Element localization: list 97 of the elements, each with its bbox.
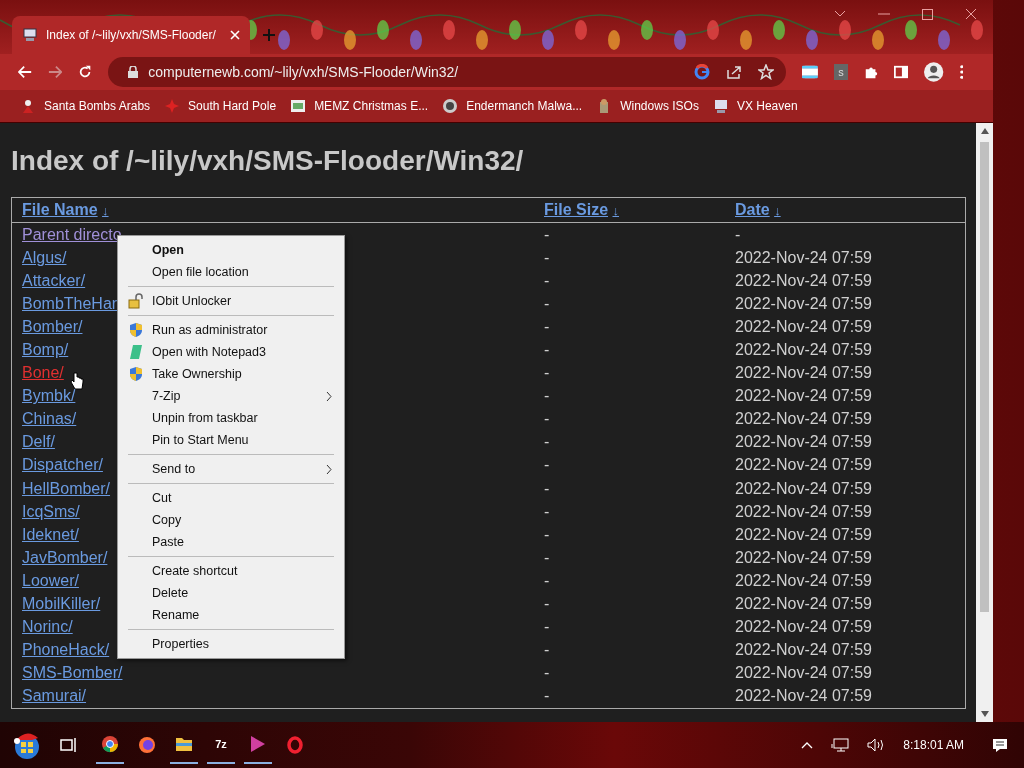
menu-item[interactable]: Properties <box>120 633 342 655</box>
file-size: - <box>544 317 550 335</box>
menu-item[interactable]: Rename <box>120 604 342 626</box>
column-header-link[interactable]: File Name <box>22 201 98 218</box>
menu-item[interactable]: IObit Unlocker <box>120 290 342 312</box>
menu-item[interactable]: Run as administrator <box>120 319 342 341</box>
file-date: 2022-Nov-24 07:59 <box>735 317 872 335</box>
file-date: 2022-Nov-24 07:59 <box>735 271 872 289</box>
menu-item[interactable]: Open with Notepad3 <box>120 341 342 363</box>
file-size: - <box>544 225 550 243</box>
taskbar-app[interactable]: 7z <box>207 726 235 764</box>
column-header-link[interactable]: File Size <box>544 201 609 218</box>
file-size: - <box>544 548 550 566</box>
file-size: - <box>544 595 550 613</box>
file-date: 2022-Nov-24 07:59 <box>735 364 872 382</box>
file-date: 2022-Nov-24 07:59 <box>735 387 872 405</box>
folder-link[interactable]: JavBomber/ <box>22 548 108 566</box>
extension-button[interactable]: s <box>834 64 849 80</box>
bookmark[interactable]: Endermanch Malwa... <box>442 98 583 114</box>
folder-link[interactable]: HellBomber/ <box>22 479 111 497</box>
bookmark[interactable]: MEMZ Christmas E... <box>290 98 429 114</box>
clock[interactable]: 8:18:01 AM <box>903 738 964 752</box>
file-size: - <box>544 687 550 705</box>
sort-arrow[interactable]: ↓ <box>102 203 109 218</box>
file-date: 2022-Nov-24 07:59 <box>735 525 872 543</box>
menu-item[interactable]: Send to <box>120 458 342 480</box>
file-size: - <box>544 364 550 382</box>
file-size: - <box>544 271 550 289</box>
file-size: - <box>544 433 550 451</box>
file-size: - <box>544 641 550 659</box>
menu-item[interactable]: Create shortcut <box>120 560 342 582</box>
file-date: 2022-Nov-24 07:59 <box>735 548 872 566</box>
file-size: - <box>544 410 550 428</box>
folder-link[interactable]: Algus/ <box>22 248 67 266</box>
folder-link[interactable]: Bone/ <box>22 364 64 382</box>
file-date: 2022-Nov-24 07:59 <box>735 595 872 613</box>
file-size: - <box>544 248 550 266</box>
file-date: 2022-Nov-24 07:59 <box>735 571 872 589</box>
file-size: - <box>544 502 550 520</box>
folder-link[interactable]: IcqSms/ <box>22 502 80 520</box>
browser-tab[interactable]: Index of /~lily/vxh/SMS-Flooder/ <box>12 16 250 54</box>
file-date: 2022-Nov-24 07:59 <box>735 664 872 682</box>
address-bar[interactable]: computernewb.com/~lily/vxh/SMS-Flooder/Win32/ <box>108 57 787 87</box>
folder-link[interactable]: Samurai/ <box>22 687 87 705</box>
bookmark[interactable]: Santa Bombs Arabs <box>20 98 151 114</box>
menu-item[interactable]: Cut <box>120 487 342 509</box>
folder-link[interactable]: BombTheHar <box>22 294 118 312</box>
menu-item[interactable]: Delete <box>120 582 342 604</box>
folder-link[interactable]: Attacker/ <box>22 271 86 289</box>
bookmark[interactable]: Windows ISOs <box>596 98 699 114</box>
bookmark[interactable]: VX Heaven <box>712 98 798 114</box>
file-date: 2022-Nov-24 07:59 <box>735 341 872 358</box>
folder-link[interactable]: Delf/ <box>22 433 55 451</box>
menu-item[interactable]: Copy <box>120 509 342 531</box>
menu-item[interactable]: Pin to Start Menu <box>120 429 342 451</box>
file-date: 2022-Nov-24 07:59 <box>735 618 872 636</box>
folder-link[interactable]: Loower/ <box>22 571 79 589</box>
menu-item[interactable]: Open <box>120 239 342 261</box>
file-date: - <box>735 225 741 243</box>
file-date: 2022-Nov-24 07:59 <box>735 641 872 659</box>
file-date: 2022-Nov-24 07:59 <box>735 248 872 266</box>
file-size: - <box>544 294 550 312</box>
sort-arrow[interactable]: ↓ <box>612 203 619 218</box>
menu-item[interactable]: Open file location <box>120 261 342 283</box>
folder-link[interactable]: SMS-Bomber/ <box>22 664 123 682</box>
folder-link[interactable]: PhoneHack/ <box>22 641 110 659</box>
file-size: - <box>544 618 550 636</box>
bookmark[interactable]: South Hard Pole <box>164 98 277 114</box>
file-date: 2022-Nov-24 07:59 <box>735 294 872 312</box>
folder-link[interactable]: Ideknet/ <box>22 525 79 543</box>
folder-link[interactable]: Dispatcher/ <box>22 456 103 474</box>
sort-arrow[interactable]: ↓ <box>774 203 781 218</box>
folder-link[interactable]: Bomber/ <box>22 317 83 335</box>
menu-item[interactable]: Paste <box>120 531 342 553</box>
file-size: - <box>544 479 550 497</box>
file-date: 2022-Nov-24 07:59 <box>735 410 872 428</box>
folder-link[interactable]: Chinas/ <box>22 410 77 428</box>
file-date: 2022-Nov-24 07:59 <box>735 433 872 451</box>
column-header-link[interactable]: Date <box>735 201 770 218</box>
menu-item[interactable]: 7-Zip <box>120 385 342 407</box>
file-date: 2022-Nov-24 07:59 <box>735 687 872 705</box>
folder-link[interactable]: Bymbk/ <box>22 387 76 405</box>
file-size: - <box>544 456 550 474</box>
file-size: - <box>544 387 550 405</box>
menu-item[interactable]: Unpin from taskbar <box>120 407 342 429</box>
file-date: 2022-Nov-24 07:59 <box>735 456 872 474</box>
file-date: 2022-Nov-24 07:59 <box>735 479 872 497</box>
file-size: - <box>544 341 550 358</box>
file-size: - <box>544 664 550 682</box>
folder-link[interactable]: Bomp/ <box>22 341 69 358</box>
page-heading: Index of /~lily/vxh/SMS-Flooder/Win32/ <box>11 145 525 177</box>
file-date: 2022-Nov-24 07:59 <box>735 502 872 520</box>
folder-link[interactable]: MobilKiller/ <box>22 595 101 613</box>
file-size: - <box>544 571 550 589</box>
menu-item[interactable]: Take Ownership <box>120 363 342 385</box>
file-size: - <box>544 525 550 543</box>
folder-link[interactable]: Norinc/ <box>22 618 73 636</box>
